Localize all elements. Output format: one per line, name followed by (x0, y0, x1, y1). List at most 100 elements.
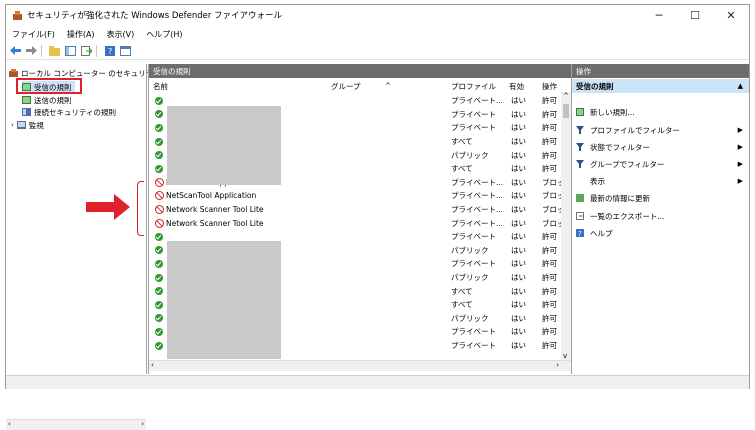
column-group[interactable]: グループ (331, 80, 361, 92)
filter-icon (576, 126, 584, 134)
toolbar-separator (41, 44, 42, 57)
rule-profile: プライベート... (451, 218, 504, 228)
table-row[interactable]: Network Scanner Tool Lite プライベート... はい ブロッ (149, 216, 565, 230)
allow-rule-icon (155, 300, 163, 309)
export-icon (576, 212, 584, 220)
rule-profile: パブリック (451, 313, 489, 323)
action-item[interactable]: 表示 ▶ (572, 174, 749, 188)
connection-security-icon (22, 108, 31, 116)
scrollbar-thumb[interactable] (563, 104, 569, 118)
forward-icon[interactable] (25, 44, 38, 57)
up-folder-icon[interactable] (48, 44, 61, 57)
properties-icon[interactable] (119, 44, 132, 57)
action-item-label: 一覧のエクスポート... (590, 211, 665, 221)
submenu-arrow-icon: ▶ (737, 126, 743, 134)
rule-enabled: はい (511, 232, 526, 242)
show-hide-tree-icon[interactable] (64, 44, 77, 57)
rule-status-cell (155, 325, 163, 339)
redacted-rule-names (167, 241, 281, 359)
expand-chevron-icon[interactable]: › (11, 121, 14, 129)
tree-item-monitoring[interactable]: › 監視 (11, 119, 44, 131)
tree-item-connection-security[interactable]: 接続セキュリティの規則 (22, 106, 116, 118)
rule-action: 許可 (542, 327, 557, 337)
action-item[interactable]: 新しい規則... (572, 105, 749, 119)
rule-enabled: はい (511, 273, 526, 283)
column-name[interactable]: 名前 (153, 80, 168, 92)
actions-section-inbound[interactable]: 受信の規則 ▲ (572, 79, 749, 93)
rule-status-cell (155, 148, 163, 162)
back-icon[interactable] (9, 44, 22, 57)
minimize-button[interactable]: ─ (641, 5, 677, 25)
rule-enabled: はい (511, 313, 526, 323)
allow-rule-icon (155, 259, 163, 268)
rule-profile: プライベート (451, 232, 496, 242)
rule-name: NetScanTool Application (166, 191, 257, 201)
action-item[interactable]: プロファイルでフィルター ▶ (572, 123, 749, 137)
tree-horizontal-scrollbar[interactable]: ‹ › (6, 419, 146, 430)
actions-section-label: 受信の規則 (576, 81, 614, 91)
column-enabled[interactable]: 有効 (509, 80, 524, 92)
rules-horizontal-scrollbar[interactable]: ‹ › (149, 360, 571, 371)
filter-icon (576, 143, 584, 151)
scroll-left-icon[interactable]: ‹ (8, 420, 11, 428)
status-bar (6, 375, 749, 389)
allow-rule-icon (155, 232, 163, 241)
menu-help[interactable]: ヘルプ(H) (140, 29, 188, 40)
action-item[interactable]: 状態でフィルター ▶ (572, 140, 749, 154)
table-row[interactable]: NetScanTool Applicationプライベート...はいブロッ (149, 189, 565, 203)
action-item[interactable]: 一覧のエクスポート... (572, 209, 749, 223)
svg-text:?: ? (578, 230, 582, 237)
allow-rule-icon (155, 151, 163, 160)
export-list-icon[interactable] (80, 44, 93, 57)
help-icon: ? (576, 229, 584, 238)
rule-profile: すべて (451, 164, 473, 174)
collapse-icon[interactable]: ▲ (738, 82, 743, 90)
rule-action: 許可 (542, 96, 557, 106)
scroll-left-icon[interactable]: ‹ (151, 361, 154, 369)
svg-text:?: ? (108, 47, 112, 56)
action-item[interactable]: グループでフィルター ▶ (572, 157, 749, 171)
rule-status-cell (155, 230, 163, 244)
column-action[interactable]: 操作 (542, 80, 557, 92)
monitoring-icon (16, 121, 26, 129)
red-arrow-icon (86, 194, 130, 220)
rule-action: 許可 (542, 313, 557, 323)
column-profile[interactable]: プロファイル (451, 80, 496, 92)
firewall-icon (9, 69, 18, 77)
scroll-down-icon[interactable]: v (563, 352, 567, 360)
rule-profile: プライベート (451, 123, 496, 133)
action-item[interactable]: 最新の情報に更新 (572, 191, 749, 205)
rule-status-cell (155, 162, 163, 176)
rule-enabled: はい (511, 245, 526, 255)
menu-action[interactable]: 操作(A) (61, 29, 101, 40)
rule-status-cell (155, 121, 163, 135)
table-row[interactable]: Network Scanner Tool Lite プライベート... はい ブロッ (149, 203, 565, 217)
rule-status-cell (155, 216, 164, 230)
tree-item-outbound-rules[interactable]: 送信の規則 (22, 94, 72, 106)
menu-view[interactable]: 表示(V) (101, 29, 141, 40)
maximize-button[interactable]: ☐ (677, 5, 713, 25)
scroll-right-icon[interactable]: › (556, 361, 559, 369)
action-item[interactable]: ? ヘルプ (572, 226, 749, 240)
scroll-right-icon[interactable]: › (141, 420, 144, 428)
allow-rule-icon (155, 287, 163, 296)
refresh-icon (576, 194, 584, 202)
rule-enabled: はい (511, 150, 526, 160)
rule-profile: プライベート... (451, 177, 504, 187)
rule-enabled: はい (511, 286, 526, 296)
filter-icon (576, 160, 584, 168)
close-button[interactable]: ✕ (713, 5, 749, 25)
help-icon[interactable]: ? (103, 44, 116, 57)
menu-file[interactable]: ファイル(F) (6, 29, 61, 40)
submenu-arrow-icon: ▶ (737, 160, 743, 168)
rule-enabled: はい (511, 96, 526, 106)
scroll-up-icon[interactable]: ^ (563, 92, 569, 100)
submenu-arrow-icon: ▶ (737, 143, 743, 151)
submenu-arrow-icon: ▶ (737, 177, 743, 185)
allow-rule-icon (155, 110, 163, 119)
rule-profile: パブリック (451, 273, 489, 283)
rule-enabled: はい (511, 341, 526, 351)
action-item-label: グループでフィルター (590, 159, 665, 169)
rule-status-cell (155, 284, 163, 298)
rules-vertical-scrollbar[interactable]: ^ v (561, 92, 571, 360)
